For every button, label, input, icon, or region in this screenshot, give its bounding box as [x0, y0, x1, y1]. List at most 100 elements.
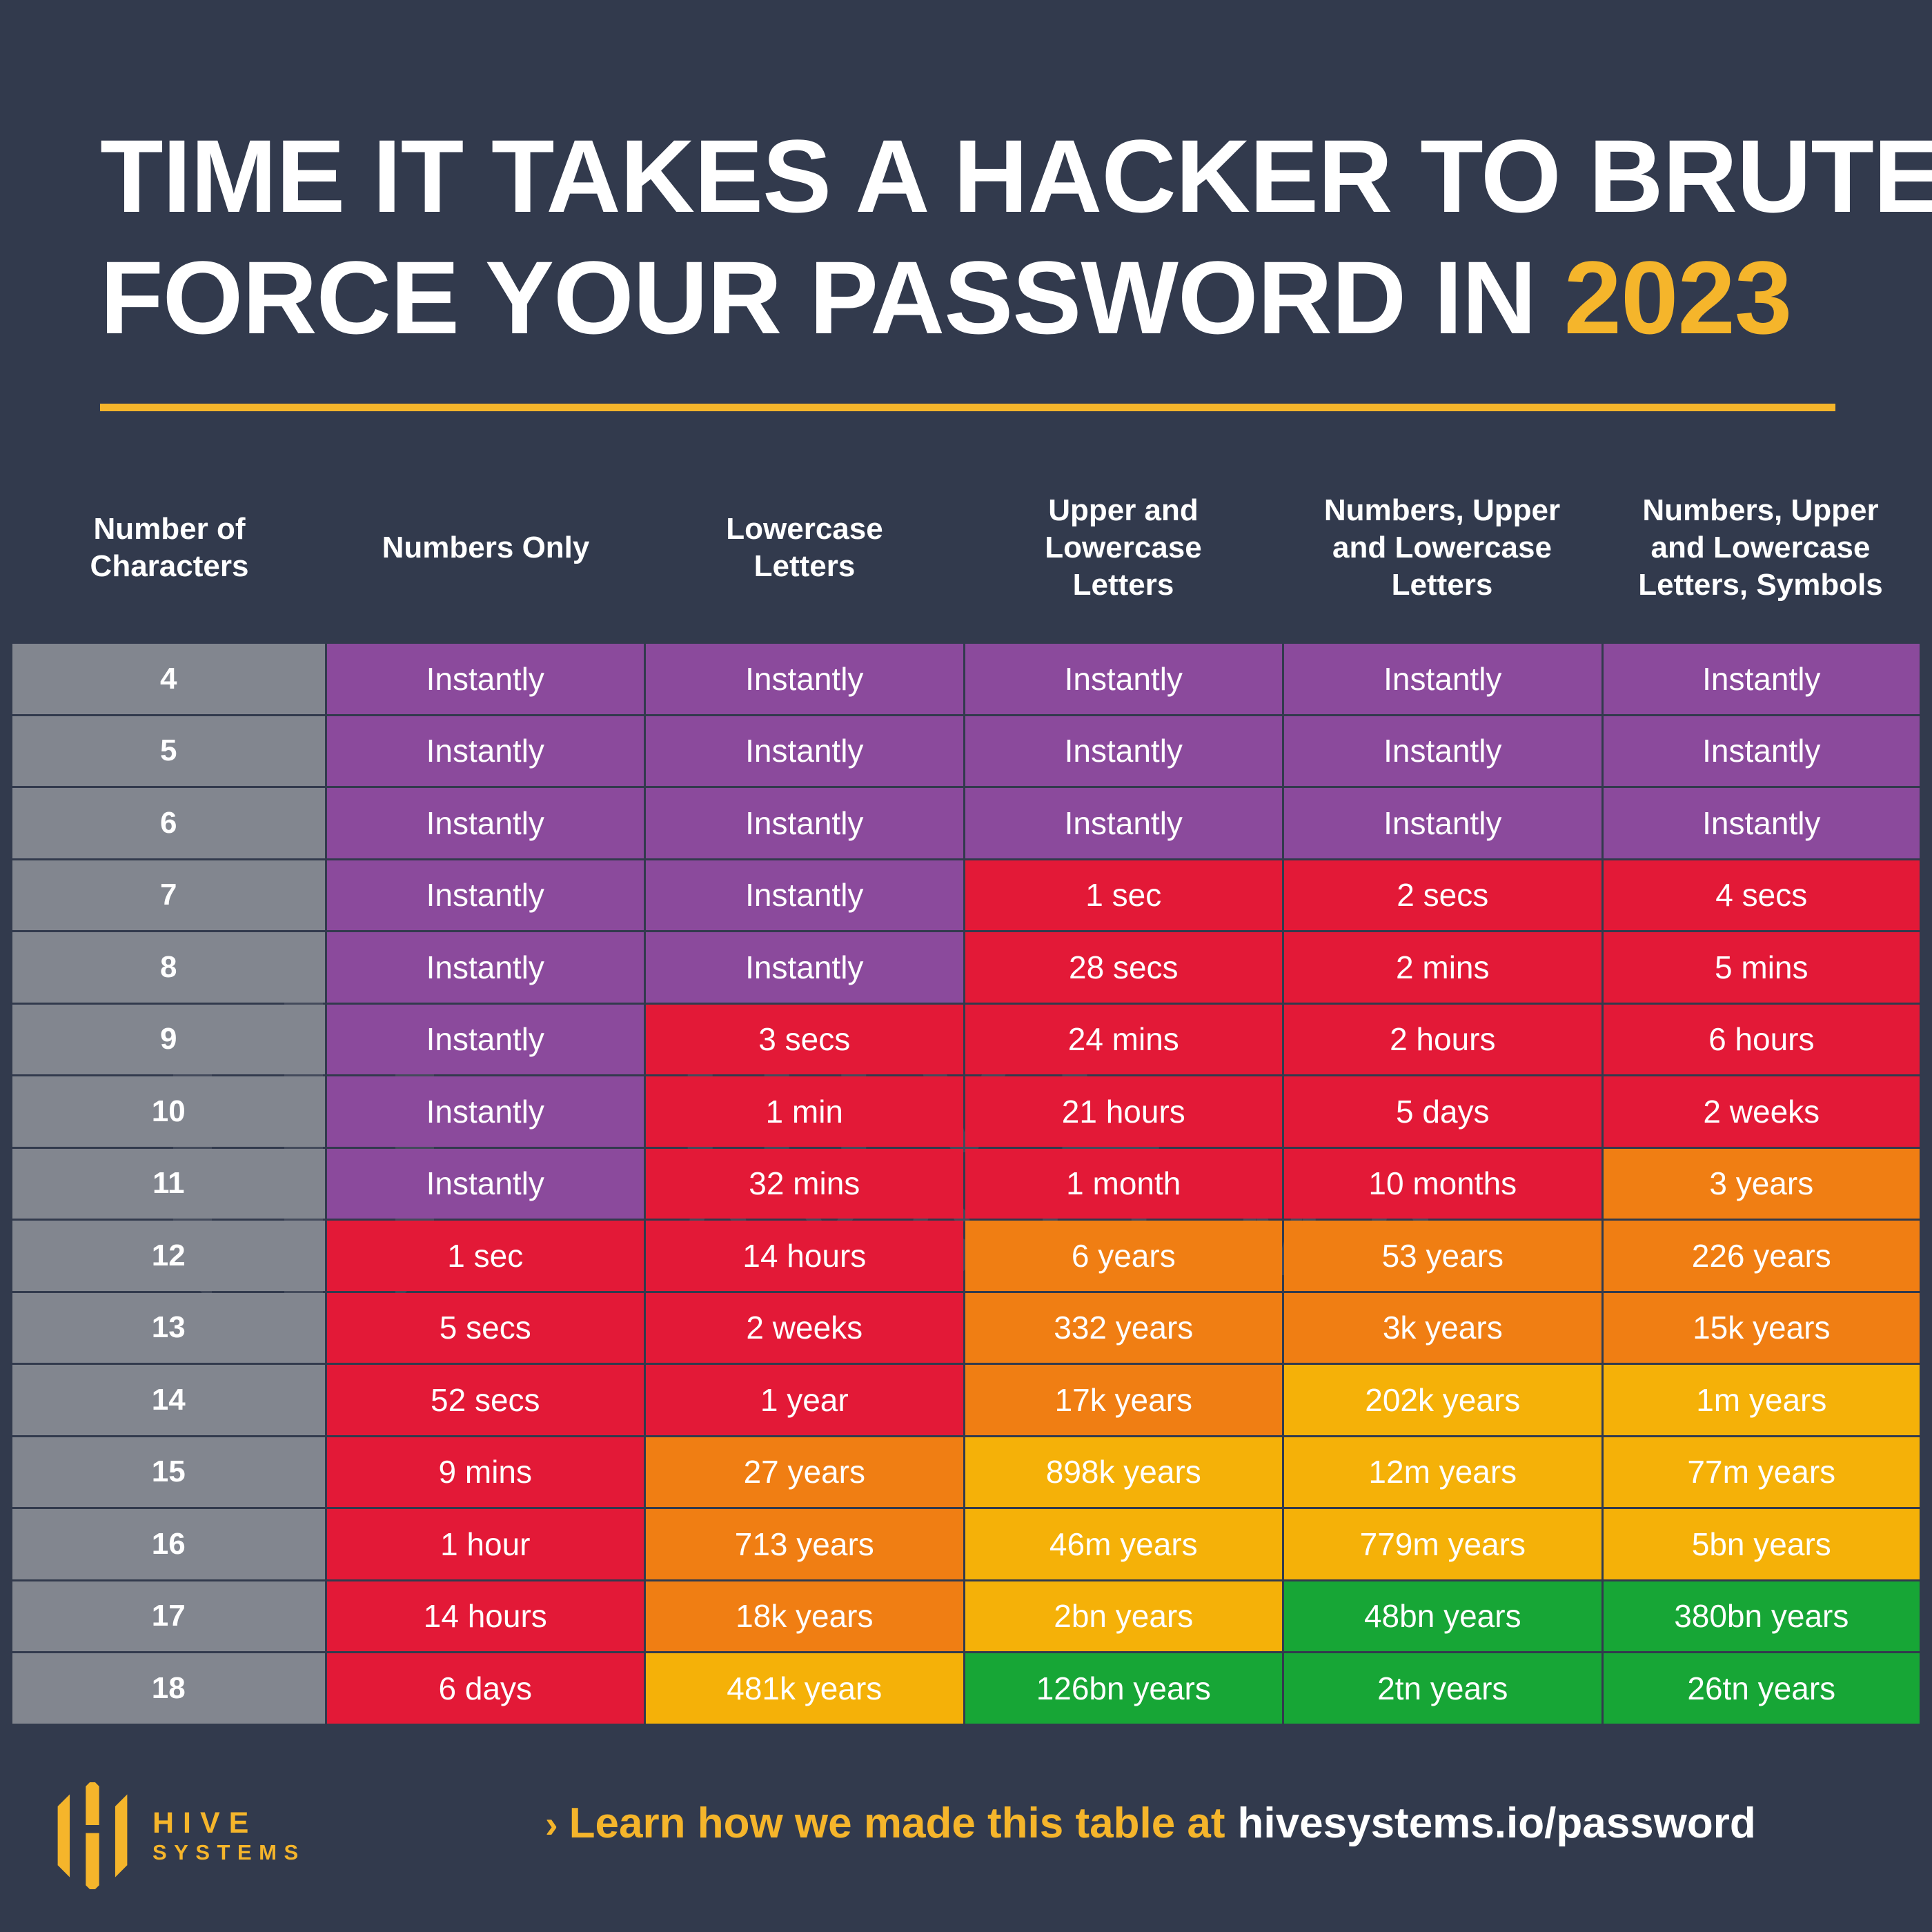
- crack-time-cell: 1 year: [646, 1365, 963, 1435]
- character-count-cell: 4: [12, 644, 325, 714]
- crack-time-cell: 6 days: [326, 1653, 644, 1724]
- crack-time-cell: Instantly: [1284, 716, 1601, 786]
- character-count-cell: 12: [12, 1221, 325, 1291]
- crack-time-cell: 2 mins: [1284, 932, 1601, 1003]
- table-row: 7 Instantly Instantly 1 sec 2 secs 4 secs: [12, 860, 1920, 930]
- crack-time-cell: 18k years: [646, 1581, 963, 1651]
- page-title: TIME IT TAKES A HACKER TO BRUTE FORCE YO…: [100, 116, 1932, 358]
- crack-time-cell: Instantly: [646, 788, 963, 858]
- crack-time-cell: 898k years: [965, 1437, 1283, 1507]
- password-crack-time-table: Number of Characters Numbers Only Lowercase…: [12, 452, 1920, 1726]
- crack-time-cell: Instantly: [965, 788, 1283, 858]
- column-header-3: Upper and Lowercase Letters: [1045, 493, 1202, 602]
- column-header-0: Number of Characters: [90, 512, 249, 583]
- crack-time-cell: 10 months: [1284, 1148, 1601, 1219]
- table-row: 6 Instantly Instantly Instantly Instantly Ins…: [12, 788, 1920, 858]
- title-line-2-prefix: FORCE YOUR PASSWORD IN: [100, 239, 1564, 355]
- table-body: 4 Instantly Instantly Instantly Instantly Ins…: [12, 644, 1920, 1724]
- crack-time-cell: 2 hours: [1284, 1004, 1601, 1074]
- hive-systems-logo[interactable]: HIVE SYSTEMS: [52, 1782, 306, 1889]
- table-row: 17 14 hours 18k years 2bn years 48bn years 38…: [12, 1581, 1920, 1651]
- character-count-cell: 13: [12, 1292, 325, 1363]
- crack-time-cell: 380bn years: [1603, 1581, 1920, 1651]
- crack-time-cell: 5 days: [1284, 1076, 1601, 1147]
- table-row: 12 1 sec 14 hours 6 years 53 years 226 years: [12, 1221, 1920, 1291]
- table-row: 16 1 hour 713 years 46m years 779m years 5bn …: [12, 1509, 1920, 1579]
- hive-hex-logo-icon: [57, 1782, 128, 1889]
- crack-time-cell: 126bn years: [965, 1653, 1283, 1724]
- crack-time-cell: 9 mins: [326, 1437, 644, 1507]
- character-count-cell: 5: [12, 716, 325, 786]
- crack-time-cell: 1 min: [646, 1076, 963, 1147]
- table-row: 8 Instantly Instantly 28 secs 2 mins 5 mins: [12, 932, 1920, 1003]
- crack-time-cell: Instantly: [646, 932, 963, 1003]
- crack-time-cell: Instantly: [326, 1076, 644, 1147]
- crack-time-cell: Instantly: [1284, 644, 1601, 714]
- crack-time-cell: Instantly: [326, 932, 644, 1003]
- crack-time-cell: 48bn years: [1284, 1581, 1601, 1651]
- crack-time-cell: 779m years: [1284, 1509, 1601, 1579]
- table-row: 11 Instantly 32 mins 1 month 10 months 3 year…: [12, 1148, 1920, 1219]
- crack-time-cell: Instantly: [326, 788, 644, 858]
- crack-time-cell: 21 hours: [965, 1076, 1283, 1147]
- crack-time-cell: 53 years: [1284, 1221, 1601, 1291]
- crack-time-cell: 5 secs: [326, 1292, 644, 1363]
- crack-time-cell: Instantly: [1284, 788, 1601, 858]
- table-row: 9 Instantly 3 secs 24 mins 2 hours 6 hours: [12, 1004, 1920, 1074]
- infographic-root: HIVE SYSTEMS TIME IT TAKES A HACKER TO B…: [0, 0, 1932, 1932]
- column-header-4: Numbers, Upper and Lowercase Letters: [1323, 493, 1561, 602]
- character-count-cell: 18: [12, 1653, 325, 1724]
- crack-time-cell: 17k years: [965, 1365, 1283, 1435]
- footer-cta-lead-text: Learn how we made this table at: [569, 1800, 1225, 1847]
- gold-divider: [100, 404, 1835, 411]
- footer-cta-url[interactable]: hivesystems.io/password: [1238, 1799, 1756, 1848]
- crack-time-cell: 2 weeks: [646, 1292, 963, 1363]
- logo-wordmark: HIVE SYSTEMS: [152, 1806, 306, 1865]
- crack-time-cell: Instantly: [1603, 644, 1920, 714]
- logo-hive-text: HIVE: [152, 1806, 258, 1840]
- table-row: 13 5 secs 2 weeks 332 years 3k years 15k year…: [12, 1292, 1920, 1363]
- logo-systems-text: SYSTEMS: [152, 1840, 306, 1864]
- crack-time-cell: 202k years: [1284, 1365, 1601, 1435]
- crack-time-cell: 2 secs: [1284, 860, 1601, 930]
- crack-time-cell: 46m years: [965, 1509, 1283, 1579]
- crack-time-cell: 6 years: [965, 1221, 1283, 1291]
- character-count-cell: 9: [12, 1004, 325, 1074]
- crack-time-cell: 26tn years: [1603, 1653, 1920, 1724]
- column-header-5: Numbers, Upper and Lowercase Letters, Symb…: [1638, 493, 1883, 602]
- character-count-cell: 14: [12, 1365, 325, 1435]
- table-row: 10 Instantly 1 min 21 hours 5 days 2 weeks: [12, 1076, 1920, 1147]
- crack-time-cell: 6 hours: [1603, 1004, 1920, 1074]
- footer-cta-link[interactable]: › Learn how we made this table at hivesy…: [545, 1799, 1756, 1848]
- crack-time-cell: 1 sec: [965, 860, 1283, 930]
- character-count-cell: 10: [12, 1076, 325, 1147]
- table-row: 14 52 secs 1 year 17k years 202k years 1m yea…: [12, 1365, 1920, 1435]
- crack-time-cell: 3 secs: [646, 1004, 963, 1074]
- crack-time-cell: 15k years: [1603, 1292, 1920, 1363]
- crack-time-cell: 481k years: [646, 1653, 963, 1724]
- crack-time-cell: 52 secs: [326, 1365, 644, 1435]
- crack-time-cell: 24 mins: [965, 1004, 1283, 1074]
- crack-time-cell: 3 years: [1603, 1148, 1920, 1219]
- crack-time-cell: Instantly: [326, 1148, 644, 1219]
- table-header-row: Number of Characters Numbers Only Lowercase…: [12, 452, 1920, 644]
- crack-time-cell: Instantly: [326, 644, 644, 714]
- character-count-cell: 11: [12, 1148, 325, 1219]
- character-count-cell: 7: [12, 860, 325, 930]
- crack-time-cell: Instantly: [1603, 788, 1920, 858]
- crack-time-cell: 2tn years: [1284, 1653, 1601, 1724]
- crack-time-cell: 4 secs: [1603, 860, 1920, 930]
- crack-time-cell: 5bn years: [1603, 1509, 1920, 1579]
- title-year: 2023: [1564, 239, 1793, 355]
- crack-time-cell: Instantly: [646, 644, 963, 714]
- crack-time-cell: 1 hour: [326, 1509, 644, 1579]
- crack-time-cell: Instantly: [965, 644, 1283, 714]
- crack-time-cell: 226 years: [1603, 1221, 1920, 1291]
- crack-time-cell: Instantly: [965, 716, 1283, 786]
- crack-time-cell: 1 sec: [326, 1221, 644, 1291]
- crack-time-cell: 332 years: [965, 1292, 1283, 1363]
- character-count-cell: 6: [12, 788, 325, 858]
- table-row: 4 Instantly Instantly Instantly Instantly Ins…: [12, 644, 1920, 714]
- column-header-2: Lowercase Letters: [726, 512, 883, 583]
- character-count-cell: 15: [12, 1437, 325, 1507]
